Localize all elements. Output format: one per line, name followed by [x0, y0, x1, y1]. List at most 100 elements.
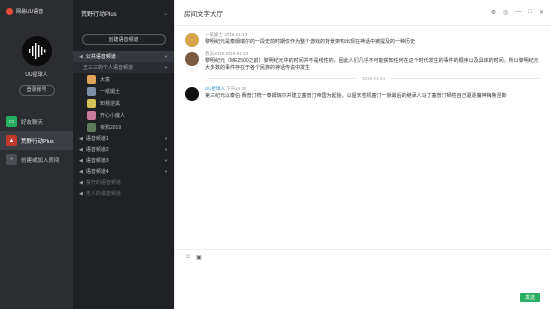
avatar	[185, 87, 199, 101]
message: UU星球人 下午15:30 第三纪元以泰伯·赛普汀统一泰姆瑞尔并建立塞普汀帝国为…	[185, 86, 540, 101]
channel-panel: 荒野行动Plus ⌄ 创建语音频道 ◀ 公共语音频道 ▼ 王三三的个人语音频道 …	[73, 0, 174, 309]
minimize-icon[interactable]: —	[515, 9, 521, 16]
nav-list: ▭ 好友聊天 ▲ 荒野行动Plus + 创建或加入房间	[0, 112, 73, 169]
channel-group[interactable]: 王三三的个人语音频道 ▼	[73, 62, 174, 73]
member-item[interactable]: 夜鸦2019	[73, 121, 174, 133]
image-icon[interactable]: ▣	[196, 254, 202, 261]
close-icon[interactable]: ✕	[539, 9, 544, 16]
member-item[interactable]: 知我逆黑	[73, 97, 174, 109]
message: 教员2019 2019-01-23 黎明纪元（ME2500之前）黎明纪元中的时间…	[185, 51, 540, 72]
window-controls: ⚙ ◎ — □ ✕	[491, 9, 544, 16]
member-name: 知我逆黑	[100, 100, 121, 107]
chat-bubble-icon: ▭	[6, 116, 17, 127]
message-time: 下午15:30	[226, 86, 247, 91]
settings-icon[interactable]: ⚙	[491, 9, 496, 16]
avatar	[185, 33, 199, 47]
plus-icon: +	[6, 154, 17, 165]
speaker-icon: ◀	[79, 168, 83, 175]
message-input-area[interactable]: ☺ ▣ 发送	[175, 249, 550, 309]
channel-item-disabled[interactable]: ◀ 无人的语音频道	[73, 188, 174, 199]
page-title: 房间文字大厅	[184, 10, 223, 18]
message-list: 一纸媚士 2019-01-23 黎明纪元是泰姆瑞尔的一段史前时期仅作为整个游戏的…	[175, 26, 550, 249]
speaker-icon: ◀	[79, 146, 83, 153]
chevron-down-icon: ▼	[164, 158, 168, 163]
message-time: 2019-01-23	[225, 51, 249, 56]
channel-public[interactable]: ◀ 公共语音频道 ▼	[73, 51, 174, 62]
message-meta: 一纸媚士 2019-01-23	[205, 32, 415, 38]
speaker-icon: ◀	[79, 135, 83, 142]
chevron-down-icon: ▼	[164, 136, 168, 141]
channel-label: 语音频道3	[85, 158, 109, 164]
avatar	[87, 110, 96, 120]
emoji-icon[interactable]: ☺	[185, 254, 191, 261]
create-channel-button[interactable]: 创建语音频道	[81, 34, 166, 45]
nav-item-room[interactable]: ▲ 荒野行动Plus	[0, 131, 73, 150]
sender-name: UU星球人	[205, 86, 225, 91]
channel-item[interactable]: ◀ 语音频道3 ▼	[73, 155, 174, 166]
nav-item-label: 创建或加入房间	[21, 157, 60, 164]
message-text: 第三纪元以泰伯·赛普汀统一泰姆瑞尔并建立塞普汀帝国为起始，以屋天苍机塞汀一脉最后…	[205, 93, 507, 99]
member-item[interactable]: 开心小魔人	[73, 109, 174, 121]
avatar	[87, 122, 96, 132]
channel-item[interactable]: ◀ 语音频道1 ▼	[73, 133, 174, 144]
input-toolbar: ☺ ▣	[175, 250, 550, 265]
nav-item-label: 荒野行动Plus	[21, 138, 54, 145]
channel-item[interactable]: ◀ 语音频道4 ▼	[73, 166, 174, 177]
channel-item-disabled[interactable]: ◀ 禁开的语音频道	[73, 177, 174, 188]
message-meta: 教员2019 2019-01-23	[205, 51, 540, 57]
chevron-down-icon: ⌄	[162, 10, 168, 17]
sender-name: 一纸媚士	[205, 32, 223, 37]
send-button[interactable]: 发送	[520, 293, 540, 302]
room-title-label: 荒野行动Plus	[81, 11, 117, 18]
user-avatar[interactable]	[21, 36, 52, 66]
avatar	[87, 86, 96, 96]
chevron-down-icon: ▼	[164, 147, 168, 152]
message-text: 黎明纪元（ME2500之前）黎明纪元中的时间并不是线性的，因此人们几乎不可能获知…	[205, 58, 539, 71]
member-item[interactable]: 一纸媚士	[73, 85, 174, 97]
message-text: 黎明纪元是泰姆瑞尔的一段史前时期仅作为整个游戏的背景架构出现在神话中被提及的一种…	[205, 39, 416, 45]
speaker-icon: ◀	[79, 157, 83, 164]
gear-icon[interactable]: ◎	[503, 9, 508, 16]
nav-item-friends[interactable]: ▭ 好友聊天	[0, 112, 73, 131]
avatar	[185, 52, 199, 66]
channel-label: 无人的语音频道	[85, 191, 121, 197]
member-item[interactable]: 大富	[73, 73, 174, 85]
chevron-down-icon: ▼	[164, 54, 168, 59]
channel-label: 禁开的语音频道	[85, 180, 121, 186]
channel-label: 语音频道4	[85, 169, 109, 175]
avatar	[87, 74, 96, 84]
date-divider: 2019-01-24	[207, 76, 540, 81]
brand-logo-icon	[6, 7, 13, 15]
speaker-icon: ◀	[79, 53, 83, 60]
nav-item-label: 好友聊天	[21, 119, 44, 126]
chat-header: 房间文字大厅 ⚙ ◎ — □ ✕	[175, 0, 550, 26]
sender-name: 教员2019	[205, 51, 225, 56]
member-name: 一纸媚士	[100, 88, 121, 95]
channel-list: ◀ 公共语音频道 ▼ 王三三的个人语音频道 ▼ 大富 一纸媚士 知我逆黑 开心小…	[73, 51, 174, 199]
message-time: 2019-01-23	[224, 32, 248, 37]
member-name: 夜鸦2019	[100, 124, 122, 131]
channel-label: 语音频道1	[85, 136, 109, 142]
channel-label: 王三三的个人语音频道	[83, 65, 134, 71]
chat-area: 房间文字大厅 ⚙ ◎ — □ ✕ 一纸媚士 2019-01-23 黎明纪元是泰姆…	[174, 0, 550, 309]
nav-item-create-room[interactable]: + 创建或加入房间	[0, 150, 73, 169]
game-logo-icon: ▲	[6, 135, 17, 146]
voice-wave-icon	[28, 43, 45, 59]
message: 一纸媚士 2019-01-23 黎明纪元是泰姆瑞尔的一段史前时期仅作为整个游戏的…	[185, 32, 540, 47]
chevron-down-icon: ▼	[164, 169, 168, 174]
app-window: 网易UU语音 UU星球人 登录账号 ▭ 好友聊天 ▲ 荒野行动Plus + 创建…	[0, 0, 550, 309]
left-sidebar: 网易UU语音 UU星球人 登录账号 ▭ 好友聊天 ▲ 荒野行动Plus + 创建…	[0, 0, 73, 309]
avatar	[87, 98, 96, 108]
login-account-button[interactable]: 登录账号	[18, 85, 55, 96]
user-name: UU星球人	[25, 72, 48, 78]
chevron-down-icon: ▼	[164, 65, 168, 70]
member-name: 大富	[100, 76, 111, 83]
channel-label: 语音频道2	[85, 147, 109, 153]
message-meta: UU星球人 下午15:30	[205, 86, 507, 92]
room-title[interactable]: 荒野行动Plus ⌄	[73, 0, 174, 26]
maximize-icon[interactable]: □	[528, 9, 532, 16]
brand: 网易UU语音	[0, 0, 73, 16]
speaker-icon: ◀	[79, 190, 83, 197]
speaker-icon: ◀	[79, 179, 83, 186]
channel-item[interactable]: ◀ 语音频道2 ▼	[73, 144, 174, 155]
